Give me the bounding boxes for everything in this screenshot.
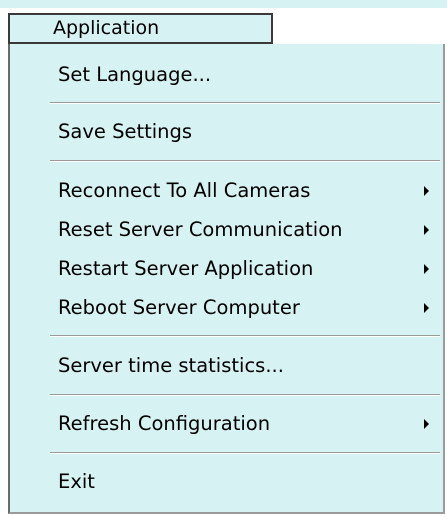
- menu-item-restart-server-application[interactable]: Restart Server Application: [10, 249, 443, 289]
- menu-item-reboot-server-computer[interactable]: Reboot Server Computer: [10, 288, 443, 328]
- menu-item-refresh-configuration[interactable]: Refresh Configuration: [10, 404, 443, 444]
- application-menu-title[interactable]: Application: [8, 13, 273, 44]
- menu-item-label: Reboot Server Computer: [58, 296, 300, 319]
- menu-item-reset-server-communication[interactable]: Reset Server Communication: [10, 210, 443, 250]
- menu-item-label: Restart Server Application: [58, 257, 314, 280]
- menu-item-server-time-statistics[interactable]: Server time statistics...: [10, 346, 443, 386]
- menu-item-label: Reset Server Communication: [58, 218, 343, 241]
- menu-separator: [50, 160, 440, 162]
- submenu-arrow-icon: [424, 186, 429, 196]
- submenu-arrow-icon: [424, 225, 429, 235]
- menu-separator: [50, 394, 440, 396]
- menu-item-set-language[interactable]: Set Language...: [10, 55, 443, 95]
- menu-item-label: Refresh Configuration: [58, 412, 271, 435]
- menu-separator: [50, 452, 440, 454]
- submenu-arrow-icon: [424, 303, 429, 313]
- menu-item-label: Exit: [58, 470, 95, 493]
- menu-item-label: Server time statistics...: [58, 354, 284, 377]
- menu-separator: [50, 102, 440, 104]
- application-dropdown: Set Language... Save Settings Reconnect …: [8, 44, 445, 514]
- menu-item-label: Reconnect To All Cameras: [58, 179, 311, 202]
- application-menu: Application Set Language... Save Setting…: [0, 0, 447, 517]
- menu-item-label: Save Settings: [58, 120, 193, 143]
- menubar-strip: [0, 0, 447, 8]
- menu-item-reconnect-all-cameras[interactable]: Reconnect To All Cameras: [10, 171, 443, 211]
- menu-item-label: Set Language...: [58, 63, 212, 86]
- menu-item-exit[interactable]: Exit: [10, 462, 443, 502]
- submenu-arrow-icon: [424, 264, 429, 274]
- submenu-arrow-icon: [424, 419, 429, 429]
- menu-separator: [50, 335, 440, 337]
- menu-item-save-settings[interactable]: Save Settings: [10, 112, 443, 152]
